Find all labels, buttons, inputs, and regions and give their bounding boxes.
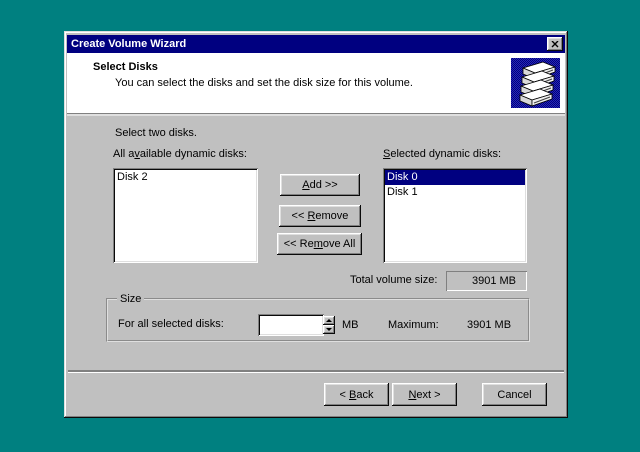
spin-down-button[interactable]: [323, 325, 335, 334]
instruction-text: Select two disks.: [115, 127, 197, 140]
size-spin-control: [258, 314, 336, 336]
available-disks-listbox[interactable]: Disk 2: [113, 168, 258, 263]
wizard-header: Select Disks You can select the disks an…: [67, 53, 565, 114]
spin-up-button[interactable]: [323, 316, 335, 325]
list-item[interactable]: Disk 2: [115, 170, 256, 185]
create-volume-wizard-dialog: Create Volume Wizard Select Disks You ca…: [64, 31, 568, 418]
cancel-button[interactable]: Cancel: [482, 383, 547, 406]
close-button[interactable]: [547, 37, 563, 51]
add-button[interactable]: Add >>: [280, 174, 360, 196]
remove-button[interactable]: << Remove: [279, 205, 361, 227]
down-arrow-icon: [326, 328, 332, 331]
maximum-value: 3901 MB: [467, 319, 511, 332]
selected-disks-listbox[interactable]: Disk 0 Disk 1: [383, 168, 527, 263]
page-description: You can select the disks and set the dis…: [115, 77, 413, 89]
next-button[interactable]: Next >: [392, 383, 457, 406]
size-spinner: [323, 316, 335, 334]
selected-disks-label: Selected dynamic disks:: [383, 148, 501, 161]
titlebar[interactable]: Create Volume Wizard: [67, 35, 565, 53]
close-icon: [551, 41, 559, 48]
for-all-selected-disks-label: For all selected disks:: [118, 318, 224, 331]
total-volume-size-label: Total volume size:: [350, 274, 437, 287]
list-item[interactable]: Disk 0: [385, 170, 525, 185]
disk-stack-icon: [511, 58, 560, 108]
desktop: Create Volume Wizard Select Disks You ca…: [0, 0, 640, 452]
window-title: Create Volume Wizard: [71, 38, 186, 50]
size-group-title: Size: [117, 293, 144, 306]
up-arrow-icon: [326, 319, 332, 322]
list-item[interactable]: Disk 1: [385, 185, 525, 200]
size-input[interactable]: [258, 314, 324, 336]
mb-unit-label: MB: [342, 319, 359, 332]
back-button[interactable]: < Back: [324, 383, 389, 406]
maximum-label: Maximum:: [388, 319, 439, 332]
available-disks-label: All available dynamic disks:: [113, 148, 247, 161]
button-separator: [68, 370, 564, 372]
page-title: Select Disks: [93, 61, 158, 73]
total-volume-size-value: 3901 MB: [446, 271, 527, 291]
remove-all-button[interactable]: << Remove All: [277, 233, 362, 255]
